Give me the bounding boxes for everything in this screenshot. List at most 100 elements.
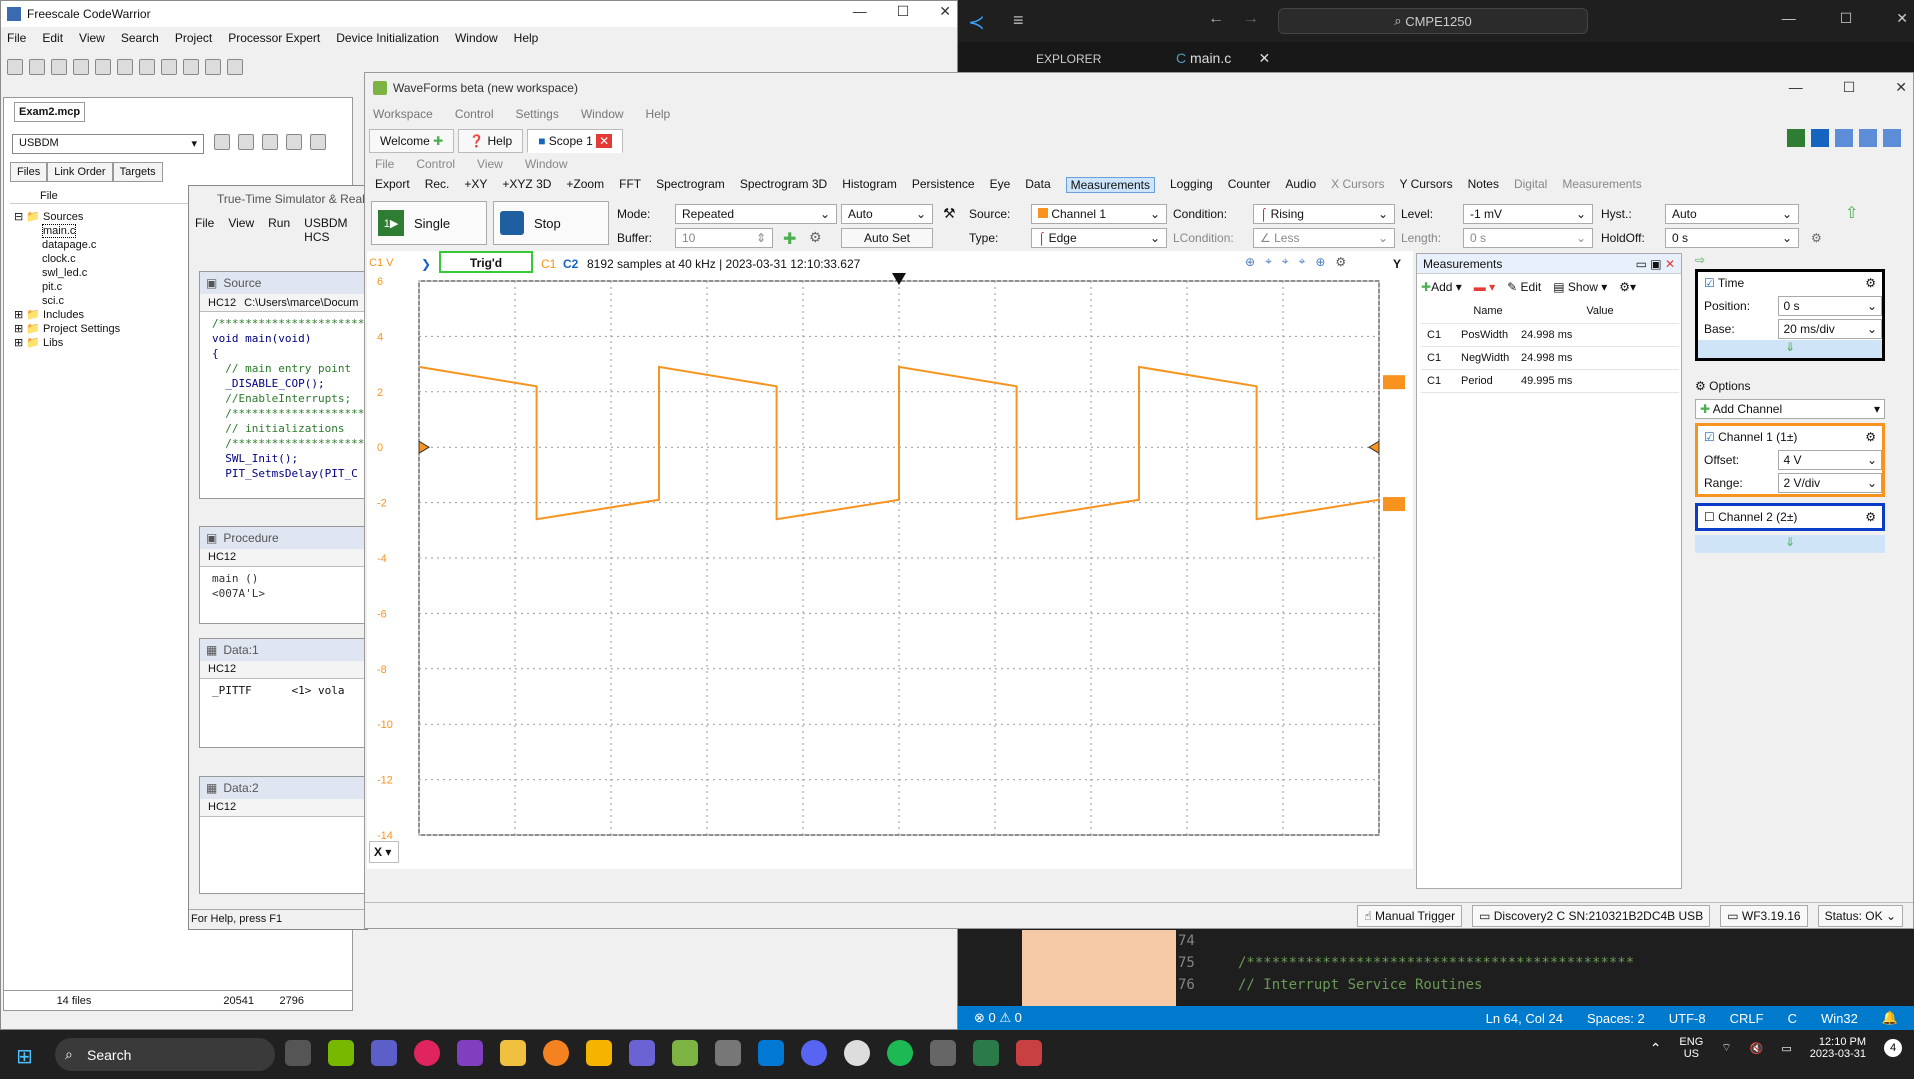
menu-file[interactable]: File	[7, 31, 26, 45]
tool-histogram[interactable]: Histogram	[842, 177, 897, 193]
type-select[interactable]: ⌠ Edge ⌄	[1031, 228, 1167, 248]
tool-rec-[interactable]: Rec.	[425, 177, 450, 193]
check-icon[interactable]	[262, 134, 278, 150]
expand-icon[interactable]: ⇓	[1698, 340, 1882, 358]
level-input[interactable]: -1 mV ⌄	[1463, 204, 1593, 224]
nvidia-icon[interactable]	[328, 1040, 354, 1066]
status-indicator[interactable]: Status: OK ⌄	[1817, 904, 1903, 927]
tree-file[interactable]: clock.c	[14, 252, 120, 266]
code-line[interactable]: // initializations	[212, 421, 354, 436]
menu-view[interactable]: View	[79, 31, 105, 45]
tool-logging[interactable]: Logging	[1170, 177, 1213, 193]
menu-icon[interactable]: ≡	[1013, 10, 1024, 31]
file-column-header[interactable]: File	[10, 190, 190, 204]
channel-1-badge[interactable]: C1	[541, 257, 556, 271]
options-button[interactable]: ⚙ Options	[1695, 379, 1750, 393]
forward-icon[interactable]: →	[1243, 10, 1259, 28]
tree-file[interactable]: main.c	[14, 224, 120, 238]
paste-icon[interactable]	[161, 59, 177, 75]
add-icon[interactable]: ✚	[783, 229, 796, 249]
code-line[interactable]: // main entry point	[212, 361, 354, 376]
tool-y-cursors[interactable]: Y Cursors	[1399, 177, 1452, 193]
add-channel-button[interactable]: ✚ Add Channel ▾	[1695, 399, 1885, 419]
tab-welcome[interactable]: Welcome ✚	[369, 129, 455, 153]
stop-button[interactable]: Stop	[493, 201, 609, 245]
menu-view[interactable]: View	[477, 157, 503, 171]
tool-digital[interactable]: Digital	[1514, 177, 1547, 193]
tree-libs[interactable]: ⊞ 📁 Libs	[14, 336, 120, 350]
tool-measurements[interactable]: Measurements	[1562, 177, 1641, 193]
remove-icon[interactable]: ▬ ▾	[1474, 280, 1495, 294]
device-button[interactable]: ▭ Discovery2 C SN:210321B2DC4B USB	[1472, 904, 1711, 927]
sync-icon[interactable]	[238, 134, 254, 150]
play-icon[interactable]: ❯	[421, 257, 431, 271]
zoom-in-icon[interactable]: ⊕	[1245, 255, 1255, 269]
codewarrior-icon[interactable]	[973, 1040, 999, 1066]
edit-button[interactable]: ✎ Edit	[1507, 280, 1541, 294]
layout-icon[interactable]	[1883, 129, 1901, 147]
table-row[interactable]: C1 Period 49.995 ms	[1421, 369, 1679, 393]
tree-project-settings[interactable]: ⊞ 📁 Project Settings	[14, 322, 120, 336]
run-icon[interactable]	[1787, 129, 1805, 147]
find-icon[interactable]	[183, 59, 199, 75]
menu-project[interactable]: Project	[175, 31, 212, 45]
tool-spectrogram[interactable]: Spectrogram	[656, 177, 725, 193]
line-ending[interactable]: CRLF	[1730, 1011, 1764, 1026]
menu-window[interactable]: Window	[581, 107, 624, 121]
tab-help[interactable]: ❓ Help	[458, 129, 524, 153]
tool-spectrogram-3d[interactable]: Spectrogram 3D	[740, 177, 827, 193]
code-line[interactable]: /***********************	[212, 316, 366, 331]
new-icon[interactable]	[7, 59, 23, 75]
menu-view[interactable]: View	[228, 216, 254, 244]
code-line[interactable]: {	[212, 346, 354, 361]
restore-icon[interactable]: ▭	[1636, 257, 1647, 271]
settings-icon[interactable]: ⚙	[1335, 255, 1346, 269]
close-icon[interactable]: ✕	[939, 3, 951, 20]
zoom-icon[interactable]: ⊕	[1315, 255, 1325, 269]
tree-file[interactable]: sci.c	[14, 294, 120, 308]
code-line[interactable]: SWL_Init();	[212, 451, 354, 466]
waveforms-icon[interactable]	[672, 1040, 698, 1066]
tab-scope-1[interactable]: ■ Scope 1 ✕	[527, 129, 624, 153]
app-icon[interactable]	[586, 1040, 612, 1066]
language-indicator[interactable]: ENG US	[1679, 1036, 1703, 1060]
code-line[interactable]: /**********************	[212, 406, 366, 421]
file-explorer-icon[interactable]	[500, 1040, 526, 1066]
windows-start-icon[interactable]: ⊞	[16, 1044, 33, 1069]
debug-icon[interactable]	[310, 134, 326, 150]
checkbox-icon[interactable]: ☑	[1704, 276, 1715, 290]
version-button[interactable]: ▭ WF3.19.16	[1720, 904, 1808, 927]
hammer-icon[interactable]: ⚒	[943, 205, 956, 222]
encoding[interactable]: UTF-8	[1669, 1011, 1706, 1026]
platform[interactable]: Win32	[1821, 1011, 1858, 1026]
code-line[interactable]: _DISABLE_COP();	[212, 376, 354, 391]
menu-edit[interactable]: Edit	[42, 31, 63, 45]
channel-2-badge[interactable]: C2	[563, 257, 578, 271]
volume-icon[interactable]: 🔇	[1750, 1042, 1764, 1055]
save-icon[interactable]	[51, 59, 67, 75]
mode-select[interactable]: Repeated ⌄	[675, 204, 837, 224]
x-axis-button[interactable]: X ▾	[369, 841, 399, 863]
maximize-icon[interactable]: ☐	[1840, 10, 1853, 27]
proc-line[interactable]: <007A'L>	[212, 586, 354, 601]
clock[interactable]: 12:10 PM 2023-03-31	[1810, 1036, 1866, 1060]
tree-includes[interactable]: ⊞ 📁 Includes	[14, 308, 120, 322]
menu-file[interactable]: File	[195, 216, 214, 244]
cursor-position[interactable]: Ln 64, Col 24	[1486, 1011, 1563, 1026]
layout-icon[interactable]	[1835, 129, 1853, 147]
problems-count[interactable]: ⊗ 0 ⚠ 0	[974, 1010, 1022, 1026]
cursor-icon[interactable]: ⌖	[1299, 254, 1306, 269]
tool-counter[interactable]: Counter	[1228, 177, 1271, 193]
add-measurement-button[interactable]: ✚Add ▾	[1421, 280, 1462, 294]
tree-sources[interactable]: ⊟ 📁 Sources	[14, 210, 120, 224]
bell-icon[interactable]: 🔔	[1882, 1010, 1914, 1026]
hysteresis-select[interactable]: Auto ⌄	[1665, 204, 1799, 224]
y-axis-button[interactable]: Y	[1393, 257, 1401, 271]
menu-help[interactable]: Help	[646, 107, 671, 121]
settings-icon[interactable]: ⚙	[1811, 231, 1822, 245]
base-select[interactable]: 20 ms/div ⌄	[1778, 318, 1882, 339]
expand-icon[interactable]: ⇓	[1695, 535, 1885, 553]
tool-data[interactable]: Data	[1025, 177, 1050, 193]
make-icon[interactable]	[286, 134, 302, 150]
offset-input[interactable]: 4 V ⌄	[1778, 449, 1882, 470]
